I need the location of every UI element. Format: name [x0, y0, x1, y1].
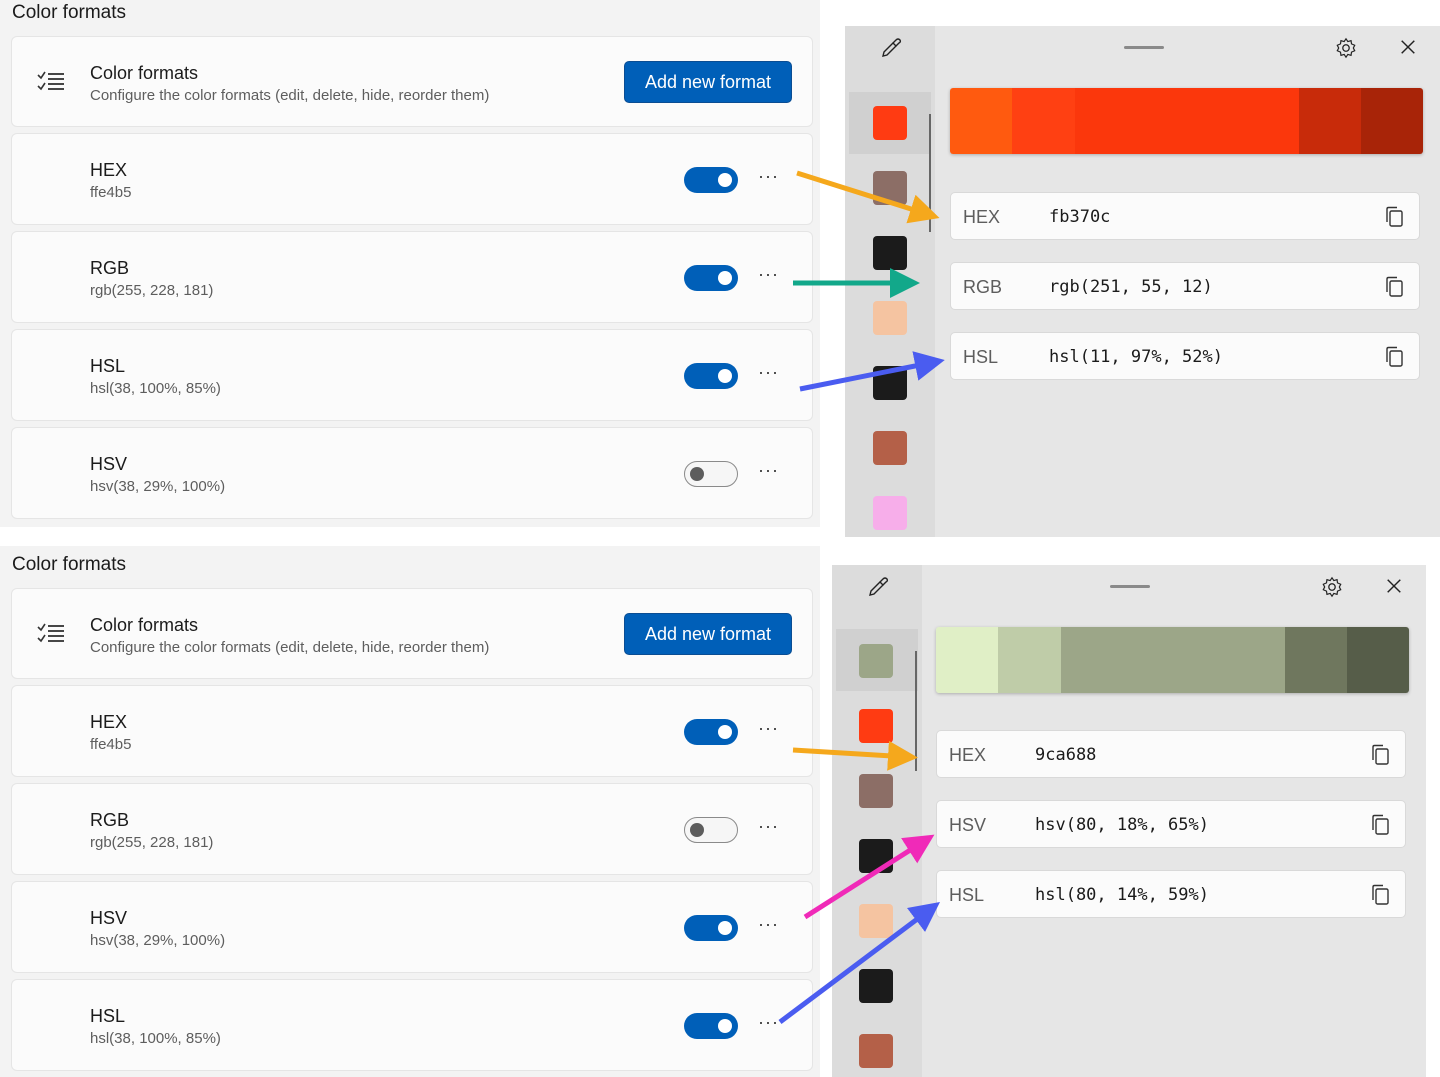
- arrow-hex-top: [796, 170, 940, 224]
- arrow-hsl-bottom: [778, 902, 940, 1024]
- arrow-hex-bottom: [792, 740, 918, 771]
- arrow-hsl-top: [799, 351, 945, 392]
- annotation-arrows: [778, 170, 945, 1024]
- arrow-hsv-bottom: [803, 834, 935, 920]
